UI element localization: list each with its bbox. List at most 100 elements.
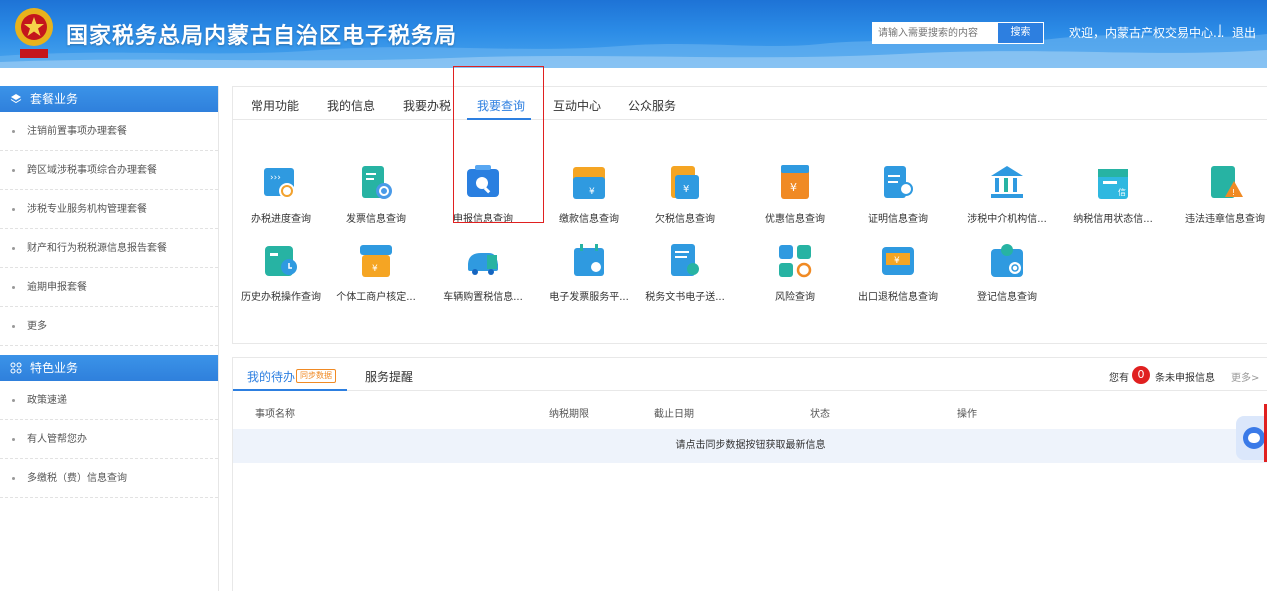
credit-icon: 信 [1098, 169, 1128, 199]
more-link[interactable]: 更多> [1231, 369, 1259, 384]
query-item-label: 欠税信息查询 [655, 214, 715, 225]
query-item-label: 办税进度查询 [251, 214, 311, 225]
query-item-label: 涉税中介机构信... [967, 214, 1047, 225]
query-panel: 常用功能 我的信息 我要办税 我要查询 互动中心 公众服务 ››› 办税进度查询 发… [232, 86, 1267, 344]
certificate-icon [884, 166, 913, 198]
sidebar-item-label: 政策速递 [27, 394, 67, 406]
chat-assistant-button[interactable] [1236, 416, 1267, 460]
svg-text:¥: ¥ [894, 256, 900, 266]
invoice-icon [362, 166, 392, 199]
sidebar-item[interactable]: 有人管帮您办 [0, 420, 218, 459]
tab-common[interactable]: 常用功能 [251, 97, 299, 114]
query-item[interactable]: ¥ 出口退税信息查询 [850, 241, 946, 303]
page-header: 国家税务总局内蒙古自治区电子税务局 搜索 欢迎，内蒙古产权交易中心... | 退… [0, 0, 1267, 68]
bullet-icon [12, 324, 15, 328]
sidebar-section-packages[interactable]: 套餐业务 [0, 86, 218, 112]
registration-icon [991, 244, 1023, 277]
query-item-label: 出口退税信息查询 [858, 292, 938, 303]
query-item[interactable]: 电子发票服务平... [541, 241, 637, 303]
unreported-count-badge: 0 [1132, 366, 1150, 384]
tab-interaction[interactable]: 互动中心 [553, 97, 601, 114]
bullet-icon [12, 207, 15, 211]
agency-icon [991, 166, 1023, 198]
bullet-icon [12, 246, 15, 250]
bullet-icon [12, 129, 15, 133]
welcome-text: 欢迎，内蒙古产权交易中心... [1069, 26, 1225, 40]
unreported-text: 条未申报信息 [1155, 373, 1215, 384]
query-item[interactable]: 登记信息查询 [959, 241, 1055, 303]
sidebar-section-features[interactable]: 特色业务 [0, 355, 218, 381]
sidebar-item[interactable]: 多缴税（费）信息查询 [0, 459, 218, 498]
query-item[interactable]: 信纳税信用状态信... [1065, 163, 1161, 225]
sidebar-item[interactable]: 政策速递 [0, 381, 218, 420]
sidebar-item[interactable]: 逾期申报套餐 [0, 268, 218, 307]
bullet-icon [12, 168, 15, 172]
query-item[interactable]: 车辆购置税信息... [435, 241, 531, 303]
query-item-label: 缴款信息查询 [559, 214, 619, 225]
query-item[interactable]: ! 违法违章信息查询 [1177, 163, 1267, 225]
svg-text:信: 信 [1118, 187, 1126, 197]
sidebar-section-title: 套餐业务 [30, 92, 79, 106]
query-item[interactable]: 税务文书电子送... [637, 241, 733, 303]
todo-tab-bar: 我的待办 同步数据 服务提醒 您有 0 条未申报信息 更多> [233, 358, 1267, 391]
query-item-label: 纳税信用状态信... [1073, 214, 1153, 225]
sync-data-button[interactable]: 同步数据 [296, 369, 336, 383]
export-refund-icon: ¥ [882, 247, 914, 275]
sidebar-item[interactable]: 财产和行为税税源信息报告套餐 [0, 229, 218, 268]
query-item[interactable]: ¥ 缴款信息查询 [541, 163, 637, 225]
search-button[interactable]: 搜索 [997, 22, 1044, 44]
sidebar-item[interactable]: 涉税专业服务机构管理套餐 [0, 190, 218, 229]
bullet-icon [12, 398, 15, 402]
vehicle-icon [468, 253, 498, 275]
svg-text:¥: ¥ [790, 181, 797, 194]
tab-bar: 常用功能 我的信息 我要办税 我要查询 互动中心 公众服务 [233, 87, 1267, 120]
you-have-text: 您有 [1109, 373, 1129, 384]
sidebar-item-label: 涉税专业服务机构管理套餐 [27, 203, 147, 215]
column-header: 纳税期限 [549, 409, 589, 420]
preferential-icon: ¥ [781, 165, 809, 199]
sidebar-item[interactable]: 更多 [0, 307, 218, 346]
sidebar-item-label: 逾期申报套餐 [27, 281, 87, 293]
empty-message-row: 请点击同步数据按钮获取最新信息 [233, 429, 1267, 463]
search-input[interactable] [872, 22, 998, 44]
query-item[interactable]: 历史办税操作查询 [233, 241, 329, 303]
sidebar-section-title: 特色业务 [30, 361, 79, 375]
todo-panel: 我的待办 同步数据 服务提醒 您有 0 条未申报信息 更多> 事项名称 纳税期限… [232, 357, 1267, 591]
query-item[interactable]: ››› 办税进度查询 [233, 163, 329, 225]
query-item[interactable]: ¥ 个体工商户核定... [328, 241, 424, 303]
sidebar-item-label: 财产和行为税税源信息报告套餐 [27, 242, 167, 254]
sidebar: 套餐业务 注销前置事项办理套餐 跨区域涉税事项综合办理套餐 涉税专业服务机构管理… [0, 86, 219, 591]
query-item-label: 证明信息查询 [868, 214, 928, 225]
sidebar-item-label: 更多 [27, 320, 47, 332]
tab-my-info[interactable]: 我的信息 [327, 97, 375, 114]
tab-my-todo[interactable]: 我的待办 [247, 368, 295, 385]
svg-text:›››: ››› [270, 173, 281, 183]
query-item[interactable]: ¥ 优惠信息查询 [747, 163, 843, 225]
tab-tax-handling[interactable]: 我要办税 [403, 97, 451, 114]
bullet-icon [12, 437, 15, 441]
query-item[interactable]: 发票信息查询 [328, 163, 424, 225]
query-item[interactable]: 证明信息查询 [850, 163, 946, 225]
query-item[interactable]: 风险查询 [747, 241, 843, 303]
progress-icon: ››› [264, 168, 295, 199]
query-item-label: 税务文书电子送... [645, 292, 725, 303]
query-item[interactable]: ¥ 欠税信息查询 [637, 163, 733, 225]
layers-icon [10, 94, 22, 104]
query-item-label: 违法违章信息查询 [1185, 214, 1265, 225]
query-item-label: 登记信息查询 [977, 292, 1037, 303]
tab-service-reminder[interactable]: 服务提醒 [365, 368, 413, 385]
payment-icon: ¥ [573, 167, 605, 199]
query-item-label: 优惠信息查询 [765, 214, 825, 225]
tab-public-service[interactable]: 公众服务 [628, 97, 676, 114]
sidebar-item-label: 多缴税（费）信息查询 [27, 472, 127, 484]
query-item[interactable]: 涉税中介机构信... [959, 163, 1055, 225]
sidebar-item[interactable]: 注销前置事项办理套餐 [0, 112, 218, 151]
logout-link[interactable]: 退出 [1232, 24, 1256, 41]
tax-emblem-logo [15, 8, 53, 58]
query-item-label: 个体工商户核定... [336, 292, 416, 303]
grid-icon [10, 362, 22, 374]
sidebar-item[interactable]: 跨区域涉税事项综合办理套餐 [0, 151, 218, 190]
sidebar-item-label: 有人管帮您办 [27, 433, 87, 445]
document-icon [671, 244, 699, 276]
highlight-box [453, 66, 544, 223]
